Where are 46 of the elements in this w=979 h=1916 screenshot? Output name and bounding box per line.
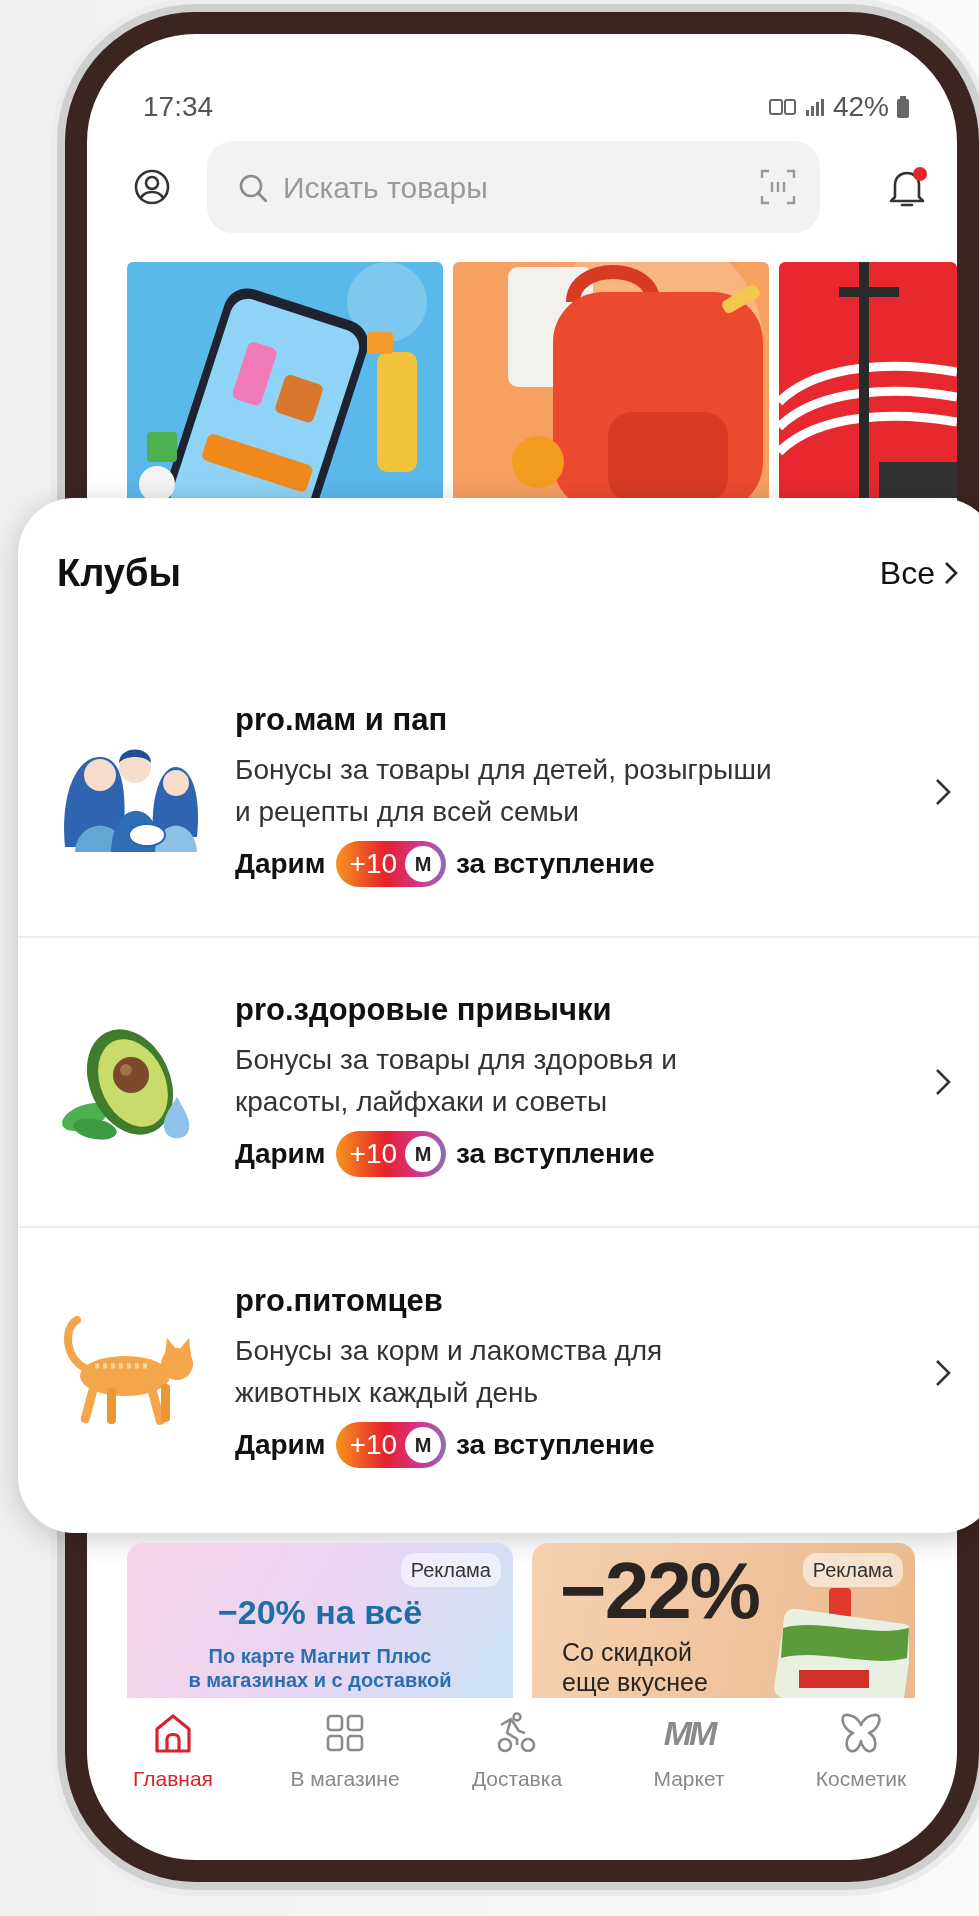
ad-headline: −22% <box>560 1551 759 1631</box>
search-bar[interactable]: Искать товары <box>207 141 820 233</box>
nav-tab[interactable]: ММ Маркет <box>603 1707 775 1799</box>
section-title: Клубы <box>57 550 181 596</box>
ad-text: Со скидкой еще вкуснее <box>562 1637 708 1697</box>
ad-label: Реклама <box>400 1553 501 1587</box>
butterfly-icon <box>839 1711 883 1756</box>
reward-suffix: за вступление <box>456 847 655 882</box>
ad-headline: −20% на всё <box>216 1592 424 1633</box>
currency-badge: М <box>405 1427 442 1464</box>
bonus-amount: +10 <box>349 1428 398 1463</box>
battery-icon <box>897 96 909 118</box>
nav-tab[interactable]: Доставка <box>431 1707 603 1799</box>
reward-prefix: Дарим <box>235 847 326 882</box>
club-description: Бонусы за корм и лакомства для животных каждый день <box>235 1334 664 1411</box>
nav-tab[interactable]: Косметик <box>775 1707 947 1799</box>
club-title: pro.здоровые привычки <box>235 990 613 1029</box>
logo: ММ <box>663 1713 715 1755</box>
nav-tab[interactable]: Главная <box>87 1707 259 1799</box>
bonus-amount: +10 <box>349 1137 398 1172</box>
club-title: pro.мам и пап <box>235 700 449 739</box>
chevron-icon[interactable] <box>934 778 952 806</box>
all-link[interactable]: Все <box>879 549 959 597</box>
bonus-amount: +10 <box>349 847 398 882</box>
search-icon <box>237 172 267 202</box>
ad-text: По карте Магнит Плюс в магазинах и с доставкой <box>187 1644 453 1692</box>
currency-badge: М <box>405 846 442 883</box>
currency-badge: М <box>405 1136 442 1173</box>
nav-tab[interactable]: В магазине <box>259 1707 431 1799</box>
chevron-icon[interactable] <box>934 1068 952 1096</box>
search-input[interactable]: Искать товары <box>281 163 760 211</box>
battery-level: 42% <box>832 90 889 124</box>
status-time: 17:34 <box>143 90 214 124</box>
chevron-icon <box>943 561 959 585</box>
reward-prefix: Дарим <box>235 1428 326 1463</box>
profile-icon[interactable] <box>133 168 171 206</box>
network-icon <box>768 97 796 117</box>
chevron-icon[interactable] <box>934 1359 952 1387</box>
reward-prefix: Дарим <box>235 1137 326 1172</box>
reward-suffix: за вступление <box>456 1137 655 1172</box>
reward-suffix: за вступление <box>456 1428 655 1463</box>
club-title: pro.питомцев <box>235 1281 444 1320</box>
club-description: Бонусы за товары для здоровья и красоты, лайфхаки и советы <box>235 1043 678 1120</box>
ad-label: Реклама <box>802 1553 903 1587</box>
club-description: Бонусы за товары для детей, розыгрыши и рецепты для всей семьи <box>235 753 773 830</box>
signal-icon <box>803 97 825 117</box>
